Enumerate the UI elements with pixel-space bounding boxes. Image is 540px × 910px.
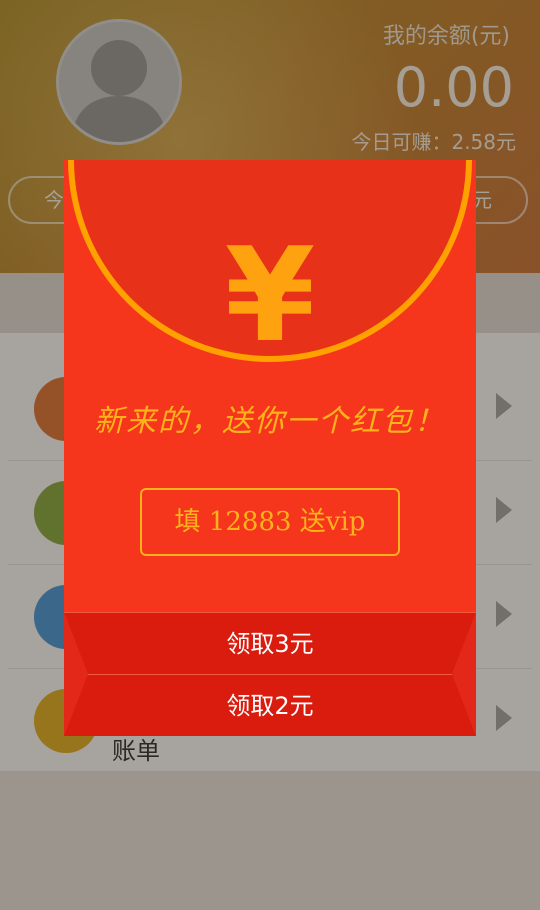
promo-code-box: 填 12883 送vip bbox=[140, 488, 400, 556]
greeting-text: 新来的，送你一个红包！ bbox=[94, 404, 446, 439]
red-packet-dialog: ¥ 新来的，送你一个红包！ 填 12883 送vip 领取3元 领取2元 bbox=[64, 160, 476, 736]
packet-fold-right bbox=[452, 612, 476, 736]
yen-icon: ¥ bbox=[224, 219, 316, 371]
claim-3-yuan-button[interactable]: 领取3元 bbox=[64, 612, 476, 674]
packet-fold-left bbox=[64, 612, 88, 736]
claim-2-yuan-button[interactable]: 领取2元 bbox=[64, 674, 476, 736]
